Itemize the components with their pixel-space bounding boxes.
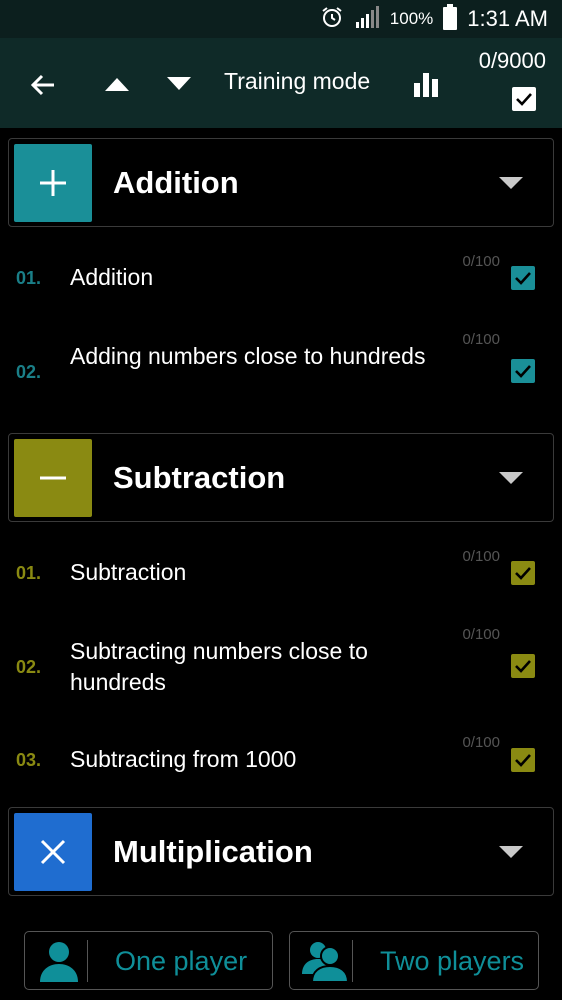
back-arrow-icon[interactable] [22, 64, 64, 106]
one-player-button[interactable]: One player [24, 931, 273, 990]
divider [87, 940, 88, 982]
item-number: 02. [16, 362, 42, 382]
battery-icon [443, 3, 458, 35]
item-score: 0/100 [462, 253, 500, 270]
list-item[interactable]: 02. Adding numbers close to hundreds 0/1… [0, 320, 562, 430]
item-label: Subtracting numbers close to hundreds [70, 638, 368, 695]
section-title: Subtraction [113, 460, 286, 495]
item-label: Subtracting from 1000 [70, 746, 297, 772]
list-item[interactable]: 03. Subtracting from 1000 0/100 [0, 724, 562, 802]
section-multiplication[interactable]: Multiplication [8, 807, 554, 896]
checkmark-icon [515, 567, 531, 580]
two-players-button[interactable]: Two players [289, 931, 539, 990]
list-item[interactable]: 01. Addition 0/100 [0, 240, 562, 318]
section-addition[interactable]: Addition [8, 138, 554, 227]
minus-icon [14, 439, 92, 517]
section-title: Multiplication [113, 834, 313, 869]
item-checkbox[interactable] [511, 359, 535, 383]
chevron-down-icon[interactable] [499, 846, 523, 858]
toolbar: Training mode 0/9000 [0, 38, 562, 128]
people-icon [298, 938, 350, 984]
item-number: 03. [16, 750, 42, 770]
signal-icon [354, 5, 380, 34]
stats-icon[interactable] [404, 64, 448, 104]
up-arrow-icon[interactable] [96, 66, 138, 102]
times-icon [14, 813, 92, 891]
list-item[interactable]: 01. Subtraction 0/100 [0, 535, 562, 613]
person-icon [33, 938, 85, 984]
list-item[interactable]: 02. Subtracting numbers close to hundred… [0, 615, 562, 725]
plus-icon [14, 144, 92, 222]
battery-percent: 100% [389, 9, 434, 28]
item-label: Addition [70, 264, 154, 290]
checkmark-icon [515, 365, 531, 378]
checkmark-icon [515, 272, 531, 285]
item-score: 0/100 [462, 331, 500, 348]
section-title: Addition [113, 165, 239, 200]
item-score: 0/100 [462, 548, 500, 565]
section-subtraction[interactable]: Subtraction [8, 433, 554, 522]
status-bar: 100% 1:31 AM [0, 0, 562, 38]
down-arrow-icon[interactable] [158, 66, 200, 102]
total-progress: 0/9000 [478, 48, 546, 73]
checkmark-icon [516, 93, 532, 106]
chevron-down-icon[interactable] [499, 177, 523, 189]
two-players-label: Two players [380, 946, 525, 976]
item-checkbox[interactable] [511, 748, 535, 772]
item-label: Adding numbers close to hundreds [70, 343, 426, 369]
select-all-checkbox[interactable] [512, 87, 536, 111]
item-number: 01. [16, 563, 42, 583]
divider [352, 940, 353, 982]
item-label: Subtraction [70, 559, 187, 585]
item-checkbox[interactable] [511, 266, 535, 290]
item-number: 02. [16, 657, 42, 677]
item-score: 0/100 [462, 734, 500, 751]
item-score: 0/100 [462, 626, 500, 643]
item-checkbox[interactable] [511, 561, 535, 585]
chevron-down-icon[interactable] [499, 472, 523, 484]
checkmark-icon [515, 660, 531, 673]
alarm-icon [320, 5, 344, 34]
item-number: 01. [16, 268, 42, 288]
clock: 1:31 AM [467, 6, 548, 31]
item-checkbox[interactable] [511, 654, 535, 678]
checkmark-icon [515, 754, 531, 767]
one-player-label: One player [115, 946, 248, 976]
page-title: Training mode [224, 68, 371, 94]
